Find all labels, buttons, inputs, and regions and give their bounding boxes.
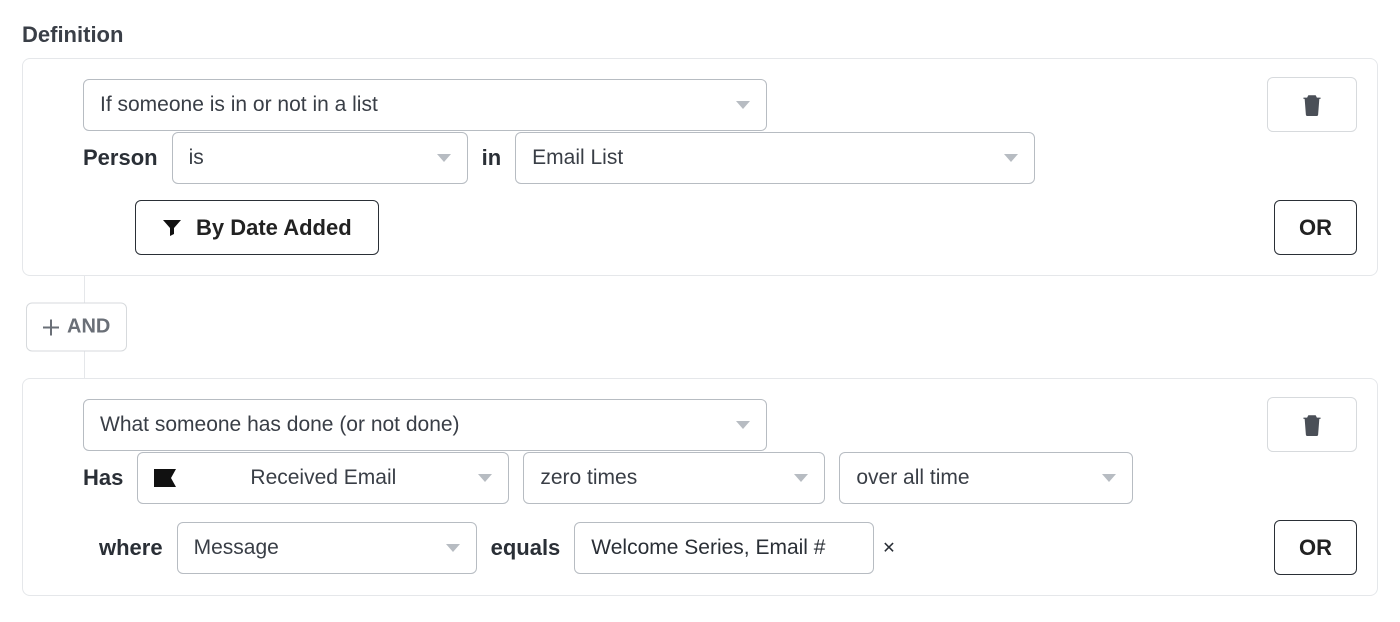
chevron-down-icon bbox=[736, 101, 750, 109]
by-date-added-button[interactable]: By Date Added bbox=[135, 200, 379, 255]
or-button[interactable]: OR bbox=[1274, 520, 1357, 575]
list-select[interactable]: Email List bbox=[515, 132, 1035, 184]
delete-button[interactable] bbox=[1267, 77, 1357, 132]
or-button[interactable]: OR bbox=[1274, 200, 1357, 255]
person-label: Person bbox=[83, 145, 158, 171]
range-select[interactable]: over all time bbox=[839, 452, 1133, 504]
flag-icon bbox=[154, 469, 176, 487]
list-value: Email List bbox=[532, 146, 623, 170]
chevron-down-icon bbox=[478, 474, 492, 482]
is-select[interactable]: is bbox=[172, 132, 468, 184]
chevron-down-icon bbox=[794, 474, 808, 482]
funnel-icon bbox=[162, 218, 182, 238]
trash-icon bbox=[1303, 414, 1321, 436]
chevron-down-icon bbox=[1102, 474, 1116, 482]
equals-label: equals bbox=[491, 535, 561, 561]
event-value: Received Email bbox=[250, 466, 396, 490]
message-field-select[interactable]: Message bbox=[177, 522, 477, 574]
by-date-added-label: By Date Added bbox=[196, 215, 352, 241]
message-field-value: Message bbox=[194, 536, 279, 560]
or-label: OR bbox=[1299, 535, 1332, 561]
message-value-input[interactable]: Welcome Series, Email # bbox=[574, 522, 874, 574]
chevron-down-icon bbox=[446, 544, 460, 552]
condition-type-select[interactable]: What someone has done (or not done) bbox=[83, 399, 767, 451]
trash-icon bbox=[1303, 94, 1321, 116]
section-title: Definition bbox=[22, 22, 1378, 48]
condition-block-2: What someone has done (or not done) Has … bbox=[22, 378, 1378, 596]
delete-button[interactable] bbox=[1267, 397, 1357, 452]
add-and-button[interactable]: AND bbox=[26, 303, 127, 352]
chevron-down-icon bbox=[1004, 154, 1018, 162]
range-value: over all time bbox=[856, 466, 969, 490]
chevron-down-icon bbox=[437, 154, 451, 162]
message-value-text: Welcome Series, Email # bbox=[591, 536, 825, 560]
condition-block-1: If someone is in or not in a list Person… bbox=[22, 58, 1378, 276]
in-label: in bbox=[482, 145, 502, 171]
connector: AND bbox=[22, 276, 1378, 378]
where-label: where bbox=[99, 535, 163, 561]
clear-button[interactable]: ✕ bbox=[882, 538, 895, 558]
condition-type-select[interactable]: If someone is in or not in a list bbox=[83, 79, 767, 131]
event-select[interactable]: Received Email bbox=[137, 452, 509, 504]
times-value: zero times bbox=[540, 466, 637, 490]
plus-icon bbox=[43, 319, 59, 335]
condition-type-value: What someone has done (or not done) bbox=[100, 413, 460, 437]
times-select[interactable]: zero times bbox=[523, 452, 825, 504]
is-value: is bbox=[189, 146, 204, 170]
or-label: OR bbox=[1299, 215, 1332, 241]
and-label: AND bbox=[67, 316, 110, 339]
has-label: Has bbox=[83, 465, 123, 491]
chevron-down-icon bbox=[736, 421, 750, 429]
condition-type-value: If someone is in or not in a list bbox=[100, 93, 378, 117]
